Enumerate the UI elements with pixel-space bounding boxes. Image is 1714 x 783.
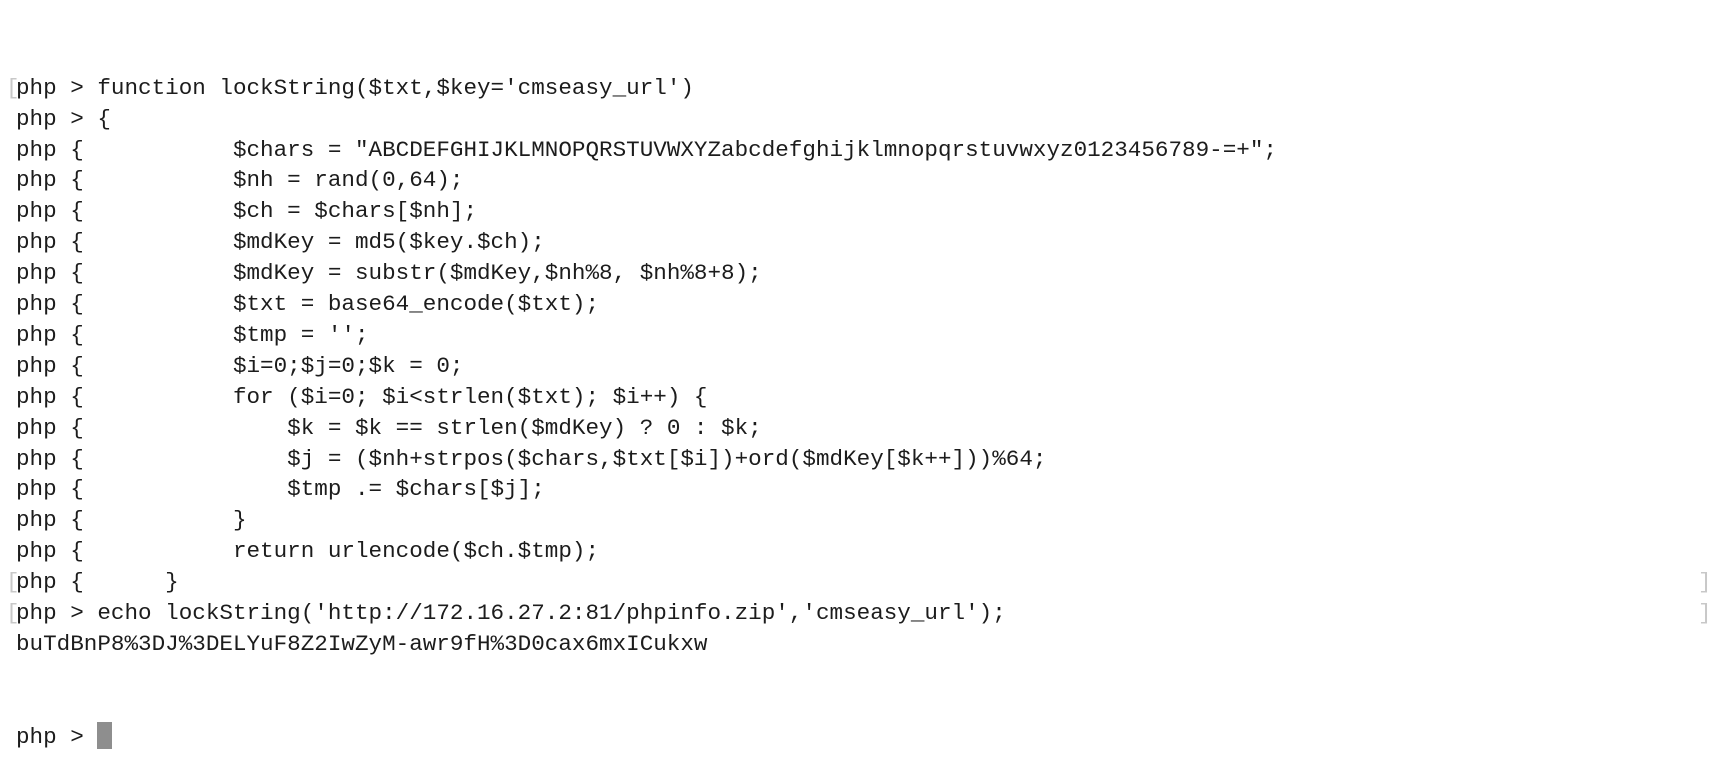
terminal-line: php { $tmp .= $chars[$j]; xyxy=(16,474,1277,505)
line-text: $mdKey = substr($mdKey,$nh%8, $nh%8+8); xyxy=(97,260,762,287)
terminal-line: php { for ($i=0; $i<strlen($txt); $i++) … xyxy=(16,382,1277,413)
terminal-line: [php { }] xyxy=(6,567,1712,598)
prompt: php > xyxy=(16,599,98,626)
line-text: for ($i=0; $i<strlen($txt); $i++) { xyxy=(97,383,708,410)
terminal-line: php { $j = ($nh+strpos($chars,$txt[$i])+… xyxy=(16,444,1277,475)
prompt: php { xyxy=(16,569,98,596)
terminal-line: buTdBnP8%3DJ%3DELYuF8Z2IwZyM-awr9fH%3D0c… xyxy=(16,629,1277,660)
terminal-line: php { $k = $k == strlen($mdKey) ? 0 : $k… xyxy=(16,413,1277,444)
terminal-lines: [php > function lockString($txt,$key='cm… xyxy=(6,73,1712,660)
prompt: php > xyxy=(16,723,98,750)
line-text: return urlencode($ch.$tmp); xyxy=(97,538,600,565)
line-text: echo lockString('http://172.16.27.2:81/p… xyxy=(97,599,1006,626)
terminal-line: php { $i=0;$j=0;$k = 0; xyxy=(16,351,1277,382)
line-text: } xyxy=(97,507,247,534)
prompt: php { xyxy=(16,291,98,318)
terminal-line: php { return urlencode($ch.$tmp); xyxy=(16,536,1277,567)
terminal-line: php { $chars = "ABCDEFGHIJKLMNOPQRSTUVWX… xyxy=(16,135,1277,166)
terminal-line: php { } xyxy=(16,505,1277,536)
terminal-line: [php > function lockString($txt,$key='cm… xyxy=(6,73,1277,104)
terminal-line: php { $mdKey = substr($mdKey,$nh%8, $nh%… xyxy=(16,258,1277,289)
terminal-input-line[interactable]: php > xyxy=(16,721,1277,753)
terminal-line: php { $txt = base64_encode($txt); xyxy=(16,289,1277,320)
terminal-output[interactable]: [php > function lockString($txt,$key='cm… xyxy=(6,11,1712,783)
line-text: function lockString($txt,$key='cmseasy_u… xyxy=(97,74,694,101)
prompt: php { xyxy=(16,383,98,410)
line-text: $nh = rand(0,64); xyxy=(97,167,464,194)
line-text: $i=0;$j=0;$k = 0; xyxy=(97,352,464,379)
prompt: php > xyxy=(16,74,98,101)
prompt: php { xyxy=(16,136,98,163)
prompt: php { xyxy=(16,260,98,287)
prompt: php { xyxy=(16,445,98,472)
line-text: } xyxy=(97,569,179,596)
line-marker-right: ] xyxy=(1698,599,1712,626)
prompt: php > xyxy=(16,105,98,132)
line-marker-left: [ xyxy=(6,599,20,626)
prompt: php { xyxy=(16,414,98,441)
prompt: php { xyxy=(16,229,98,256)
line-text: $k = $k == strlen($mdKey) ? 0 : $k; xyxy=(97,414,762,441)
line-marker-right: ] xyxy=(1698,569,1712,596)
terminal-line: php { $mdKey = md5($key.$ch); xyxy=(16,227,1277,258)
terminal-line: php { $ch = $chars[$nh]; xyxy=(16,196,1277,227)
prompt: php { xyxy=(16,321,98,348)
line-text: $j = ($nh+strpos($chars,$txt[$i])+ord($m… xyxy=(97,445,1047,472)
terminal-line: php { $nh = rand(0,64); xyxy=(16,165,1277,196)
prompt: php { xyxy=(16,198,98,225)
line-text: $ch = $chars[$nh]; xyxy=(97,198,477,225)
terminal-line: [php > echo lockString('http://172.16.27… xyxy=(6,598,1712,629)
line-text: { xyxy=(97,105,111,132)
prompt: php { xyxy=(16,167,98,194)
terminal-line: php { $tmp = ''; xyxy=(16,320,1277,351)
terminal-line: php > { xyxy=(16,104,1277,135)
line-text: $tmp = ''; xyxy=(97,321,369,348)
line-text: $txt = base64_encode($txt); xyxy=(97,291,600,318)
text-cursor xyxy=(97,721,113,749)
prompt: php { xyxy=(16,538,98,565)
line-marker-left: [ xyxy=(6,569,20,596)
prompt: php { xyxy=(16,476,98,503)
prompt: php { xyxy=(16,507,98,534)
prompt: php { xyxy=(16,352,98,379)
line-text: $tmp .= $chars[$j]; xyxy=(97,476,545,503)
line-text: $chars = "ABCDEFGHIJKLMNOPQRSTUVWXYZabcd… xyxy=(97,136,1277,163)
line-marker-left: [ xyxy=(6,74,20,101)
line-text: $mdKey = md5($key.$ch); xyxy=(97,229,545,256)
